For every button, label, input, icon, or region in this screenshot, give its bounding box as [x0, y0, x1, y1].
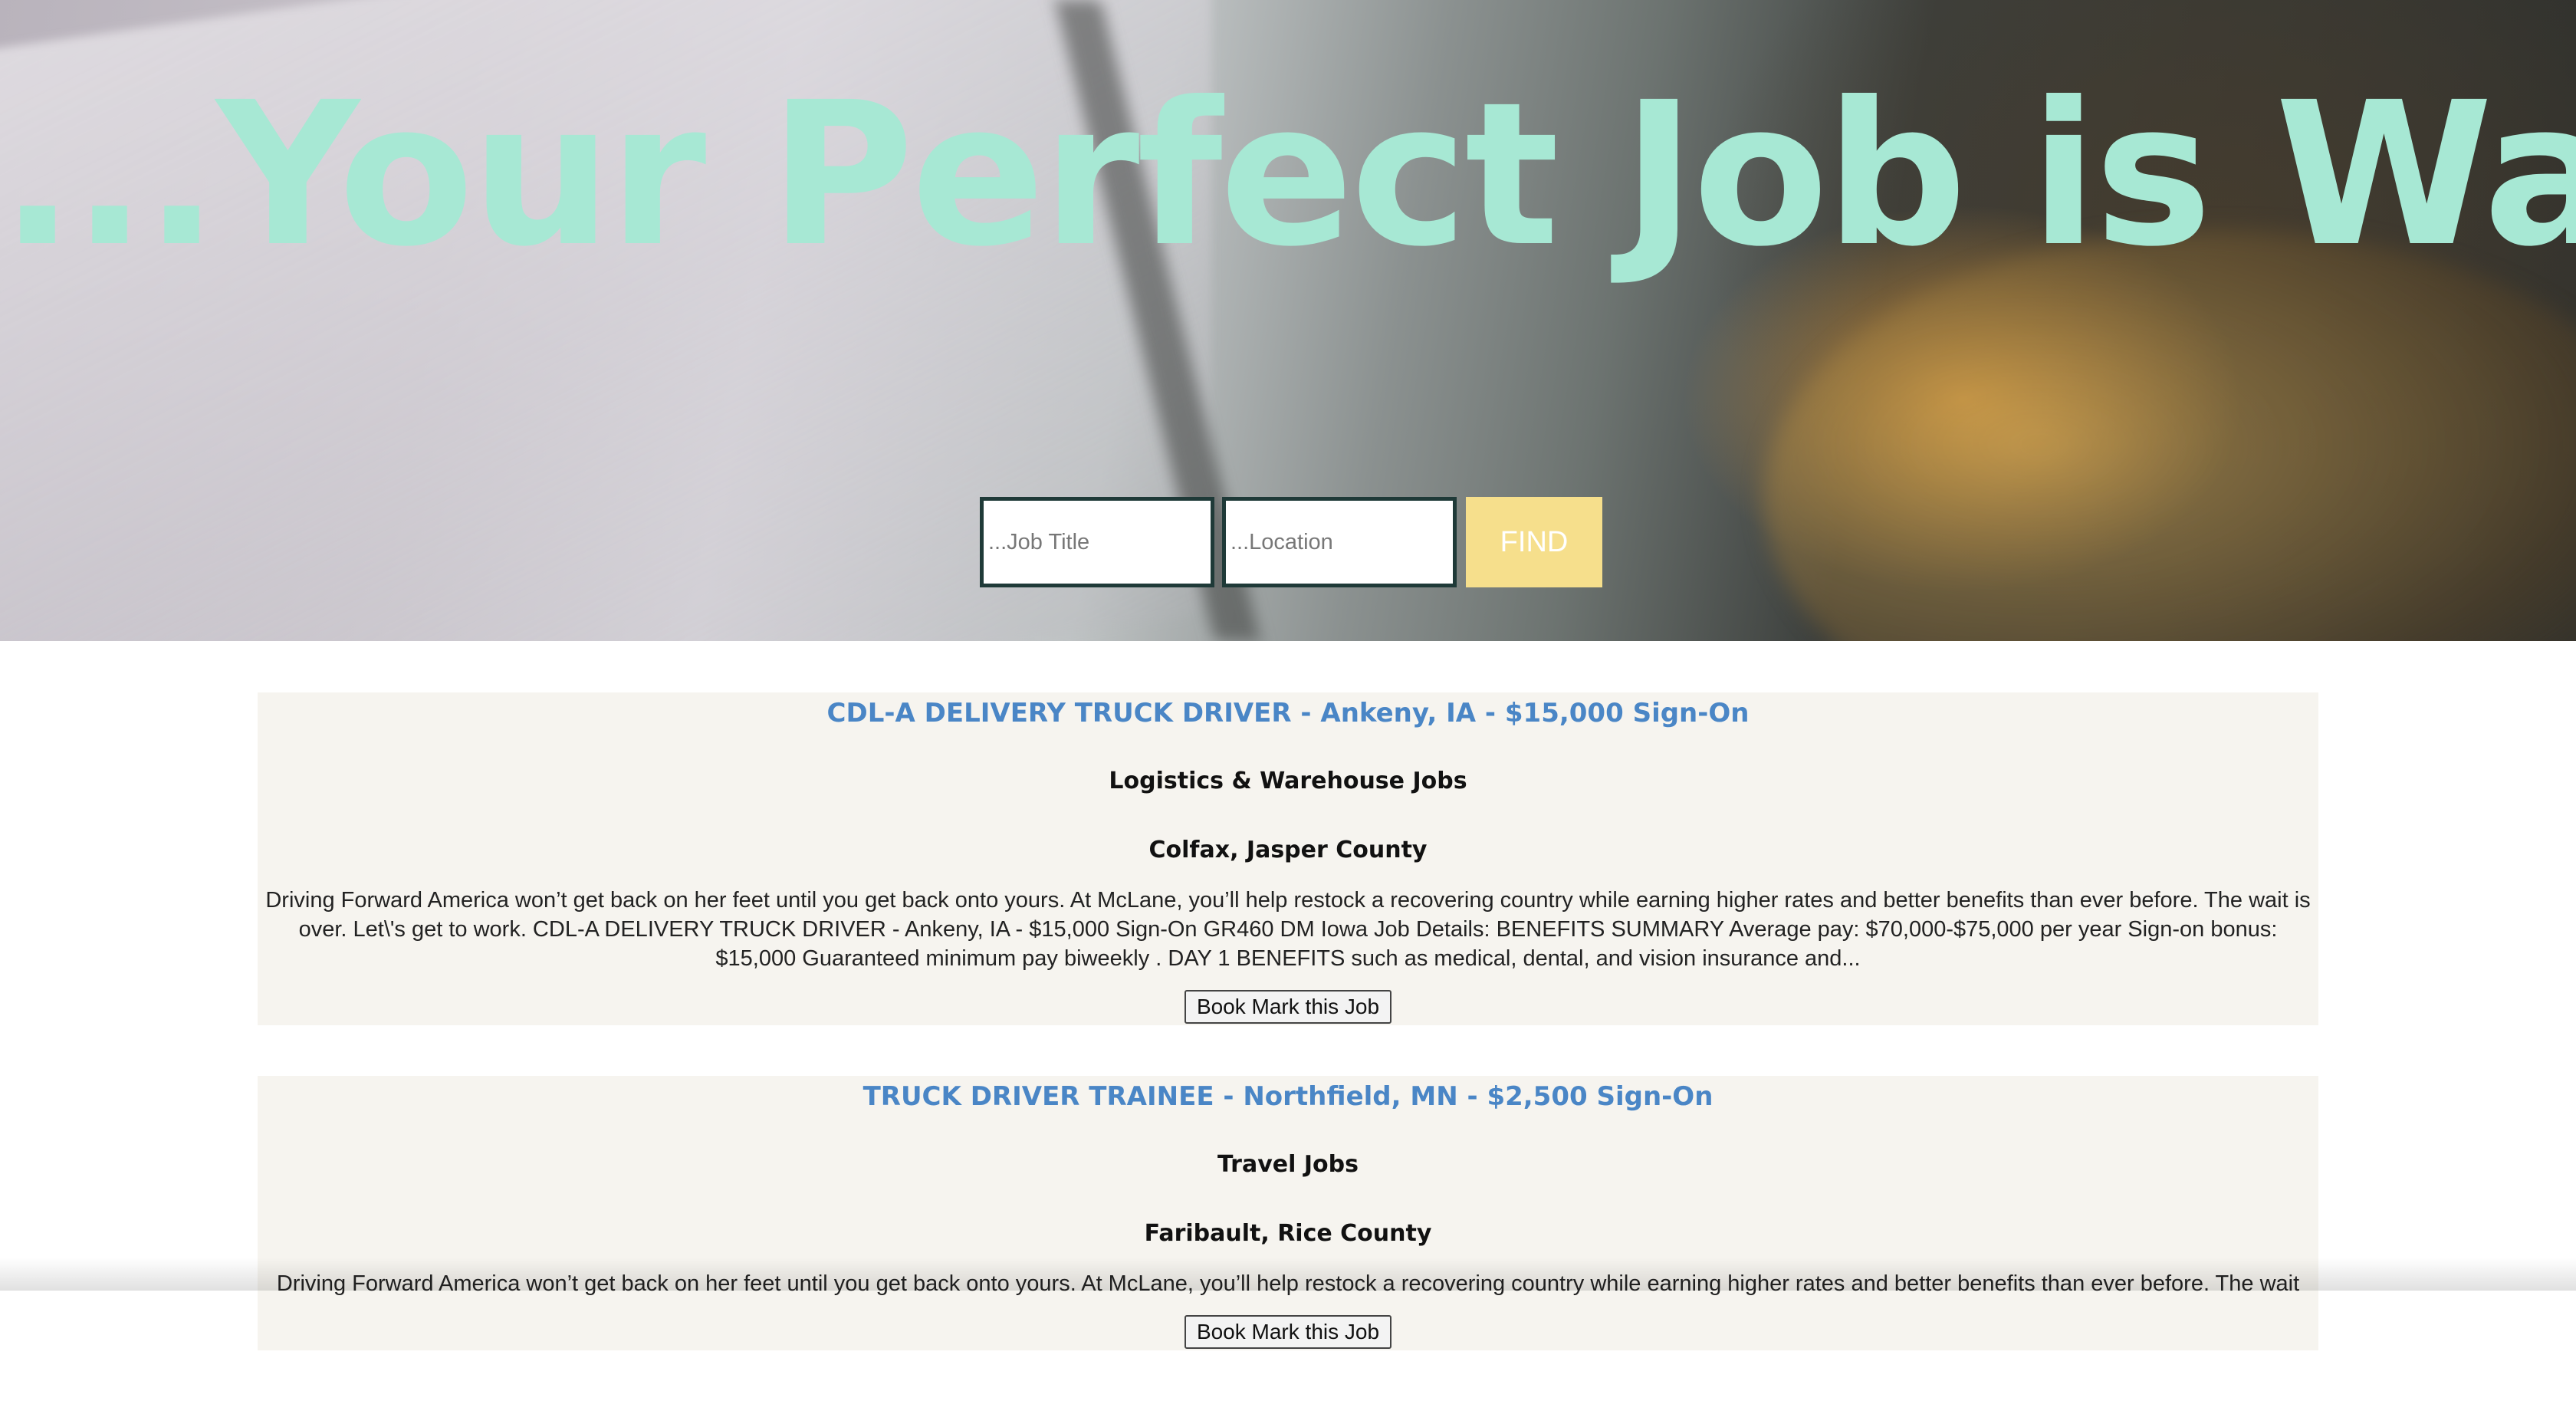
job-title-input[interactable]	[980, 497, 1214, 587]
job-category: Logistics & Warehouse Jobs	[1109, 768, 1467, 794]
job-title-link[interactable]: TRUCK DRIVER TRAINEE - Northfield, MN - …	[258, 1076, 2318, 1113]
job-category: Travel Jobs	[1217, 1151, 1359, 1178]
hero-background-coffee-cup	[1763, 230, 2576, 641]
bookmark-job-button[interactable]: Book Mark this Job	[1184, 1315, 1392, 1349]
location-input[interactable]	[1222, 497, 1457, 587]
hero-title: ...Your Perfect Job is Waiting	[0, 60, 2576, 290]
job-title-link[interactable]: CDL-A DELIVERY TRUCK DRIVER - Ankeny, IA…	[258, 692, 2318, 729]
job-search-form: FIND	[980, 497, 1602, 587]
job-description: Driving Forward America won’t get back o…	[265, 888, 2311, 971]
job-location: Colfax, Jasper County	[1148, 837, 1428, 863]
job-description: Driving Forward America won’t get back o…	[276, 1271, 2300, 1296]
job-card: CDL-A DELIVERY TRUCK DRIVER - Ankeny, IA…	[258, 692, 2318, 1025]
job-card: TRUCK DRIVER TRAINEE - Northfield, MN - …	[258, 1076, 2318, 1350]
job-listings: CDL-A DELIVERY TRUCK DRIVER - Ankeny, IA…	[258, 692, 2318, 1401]
bookmark-job-button[interactable]: Book Mark this Job	[1184, 990, 1392, 1024]
job-location: Faribault, Rice County	[1144, 1220, 1432, 1247]
hero-banner: ...Your Perfect Job is Waiting FIND	[0, 0, 2576, 641]
find-button[interactable]: FIND	[1466, 497, 1602, 587]
